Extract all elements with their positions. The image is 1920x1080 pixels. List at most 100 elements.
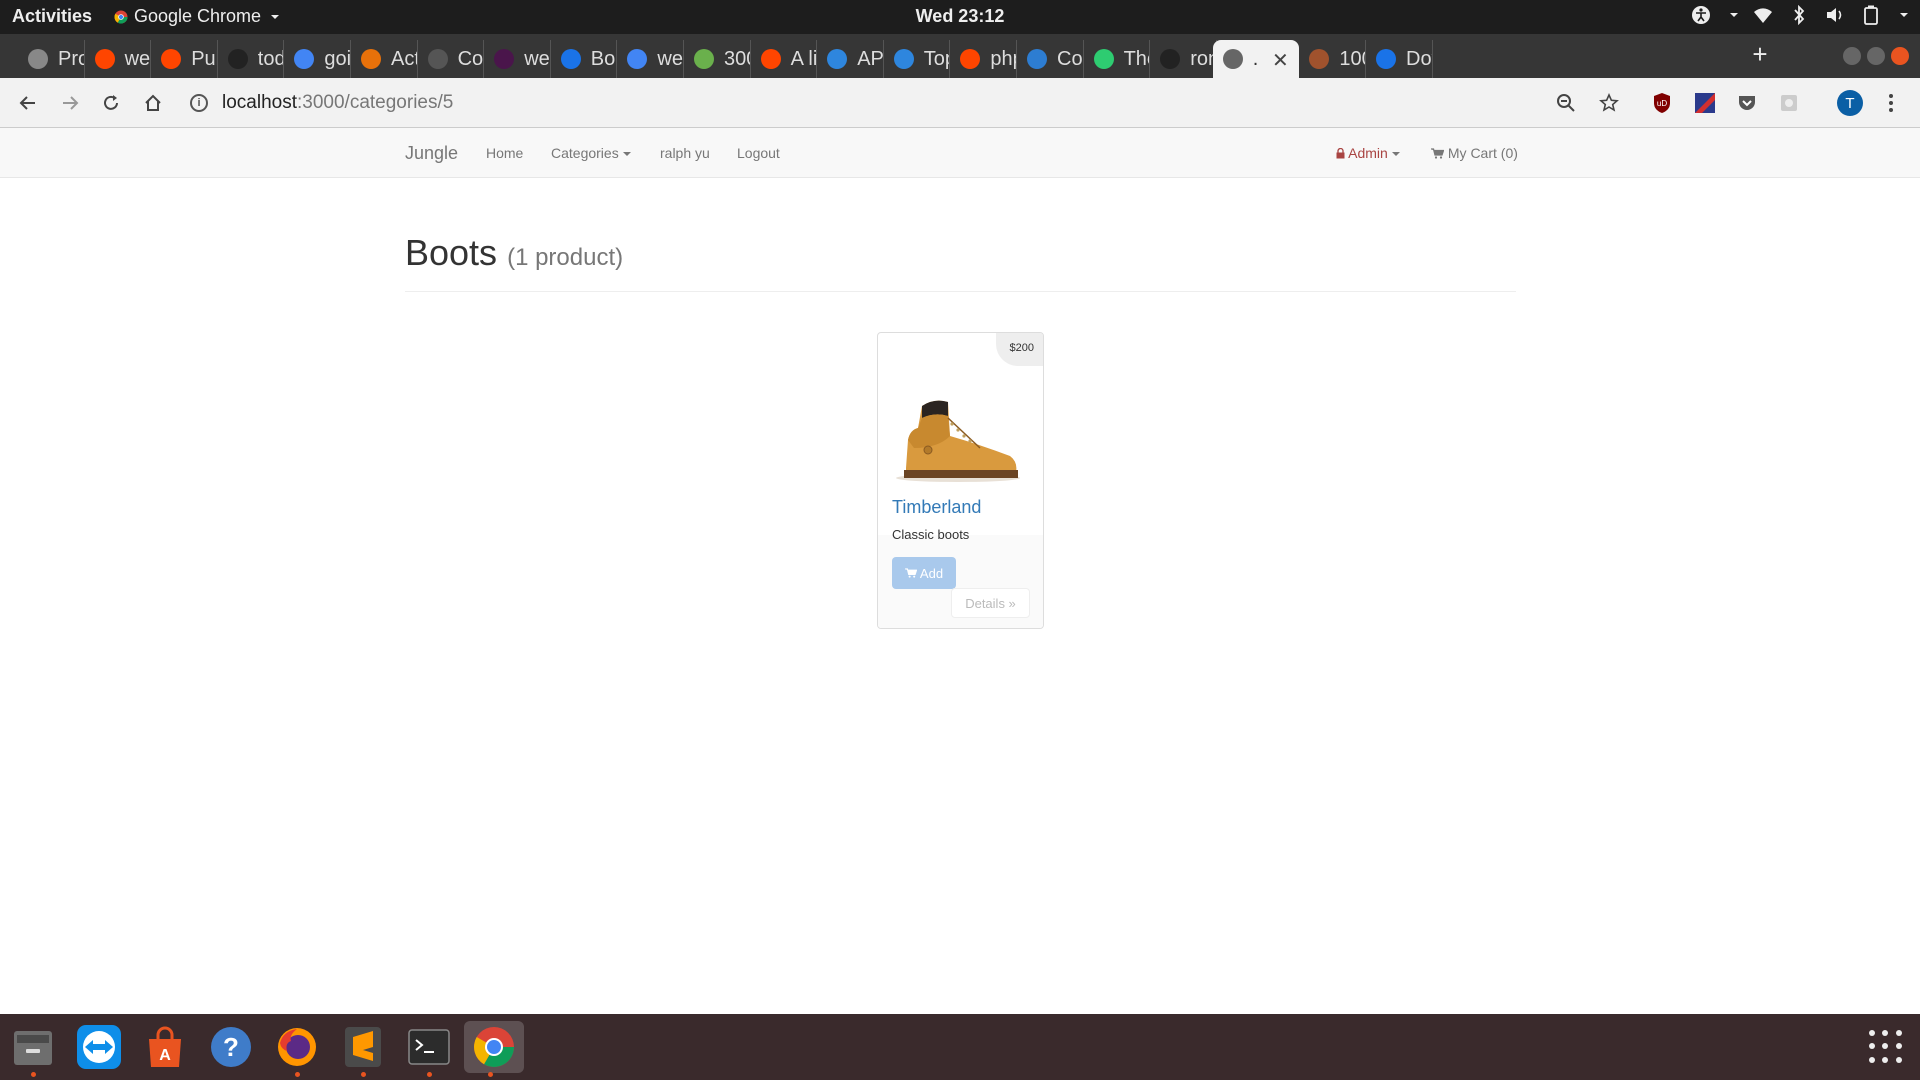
zoom-out-icon <box>1557 94 1575 112</box>
close-tab-icon[interactable]: ✕ <box>1272 48 1289 73</box>
system-tray[interactable] <box>1690 4 1908 26</box>
browser-tab[interactable]: goi <box>284 40 351 78</box>
browser-tab[interactable]: Boo <box>551 40 618 78</box>
browser-tab[interactable]: Top <box>884 40 951 78</box>
add-to-cart-button[interactable]: Add <box>892 557 956 589</box>
browser-tab[interactable]: Pul <box>151 40 218 78</box>
nav-admin-dropdown[interactable]: Admin <box>1336 128 1400 178</box>
reload-button[interactable] <box>97 89 125 117</box>
forward-button[interactable] <box>56 89 84 117</box>
star-icon <box>1599 93 1619 112</box>
zoom-button[interactable] <box>1552 89 1580 117</box>
extension-button[interactable] <box>1775 89 1803 117</box>
dock-files[interactable] <box>7 1021 59 1077</box>
browser-tab[interactable]: Act <box>351 40 418 78</box>
google-icon <box>294 49 315 69</box>
grid-dot <box>1895 1043 1902 1050</box>
minimize-window-button[interactable] <box>1843 47 1861 65</box>
tab-title: tod <box>257 47 285 70</box>
dock-help[interactable]: ? <box>205 1021 257 1073</box>
chevron-down-icon[interactable] <box>1900 13 1908 17</box>
tab-title: wel <box>124 47 151 70</box>
clock[interactable]: Wed 23:12 <box>0 6 1920 27</box>
brand-link[interactable]: Jungle <box>405 128 458 178</box>
product-name-link[interactable]: Timberland <box>892 497 981 518</box>
browser-tab[interactable]: 300 <box>684 40 751 78</box>
nav-home-link[interactable]: Home <box>486 128 523 178</box>
stripe-icon <box>694 49 714 69</box>
ublock-extension-button[interactable]: uD <box>1648 89 1676 117</box>
bluetooth-icon[interactable] <box>1788 4 1810 26</box>
running-indicator <box>361 1072 366 1077</box>
wifi-icon[interactable] <box>1752 4 1774 26</box>
nav-cart-link[interactable]: My Cart (0) <box>1431 128 1518 178</box>
home-button[interactable] <box>139 89 167 117</box>
details-button[interactable]: Details » <box>951 588 1030 618</box>
tab-title: Cos <box>1057 47 1083 70</box>
tab-title: php <box>990 47 1016 70</box>
browser-tab[interactable]: wel <box>617 40 684 78</box>
dock-chrome[interactable] <box>464 1021 524 1077</box>
dock-software-center[interactable]: A <box>139 1021 191 1073</box>
nav-logout-link[interactable]: Logout <box>737 128 780 178</box>
pocket-extension-button[interactable] <box>1733 89 1761 117</box>
browser-tab[interactable]: . ✕ <box>1212 40 1299 78</box>
browser-tab[interactable]: 100 <box>1299 40 1366 78</box>
maximize-window-button[interactable] <box>1867 47 1885 65</box>
nav-admin-label: Admin <box>1348 145 1388 161</box>
browser-tab[interactable]: ron <box>1150 40 1217 78</box>
software-center-icon: A <box>149 1026 181 1067</box>
page-title: Boots (1 product) <box>405 232 623 274</box>
nav-categories-dropdown[interactable]: Categories <box>551 128 631 178</box>
shopping-cart-icon <box>905 568 917 578</box>
download-icon <box>1376 49 1396 69</box>
browser-tab[interactable]: Dov <box>1366 40 1433 78</box>
bookmark-button[interactable] <box>1595 89 1623 117</box>
tab-title: Cor <box>457 47 484 70</box>
activities-button[interactable]: Activities <box>12 6 92 27</box>
flag-extension-button[interactable] <box>1691 89 1719 117</box>
accessibility-icon[interactable] <box>1690 4 1712 26</box>
new-tab-button[interactable]: + <box>1748 41 1772 67</box>
chevron-down-icon[interactable] <box>1730 13 1738 17</box>
dock-sublime-text[interactable] <box>337 1021 389 1077</box>
reddit-icon <box>161 49 182 69</box>
app-menu[interactable]: Google Chrome <box>114 6 280 27</box>
browser-tab[interactable]: Pro <box>18 40 85 78</box>
tab-title: Pul <box>191 47 218 70</box>
volume-icon[interactable] <box>1824 4 1846 26</box>
add-label: Add <box>919 565 944 581</box>
back-button[interactable] <box>14 89 42 117</box>
profile-avatar[interactable]: T <box>1837 90 1863 116</box>
extension-icon <box>1781 95 1797 111</box>
circle-icon <box>1309 49 1330 69</box>
grid-dot <box>1869 1043 1875 1050</box>
browser-tab[interactable]: wel <box>85 40 152 78</box>
product-image[interactable] <box>888 378 1028 488</box>
tab-title: Dov <box>1406 47 1432 70</box>
browser-tab[interactable]: php <box>950 40 1017 78</box>
url-host: localhost <box>222 92 297 113</box>
site-info-icon[interactable]: i <box>190 94 208 112</box>
category-title: Boots <box>405 232 498 273</box>
tab-title: Boo <box>590 47 617 70</box>
browser-menu-button[interactable] <box>1877 89 1905 117</box>
dots-icon <box>361 49 381 69</box>
nav-user-link[interactable]: ralph yu <box>660 128 710 178</box>
battery-icon[interactable] <box>1860 4 1882 26</box>
browser-tab[interactable]: tod <box>218 40 285 78</box>
browser-tab[interactable]: The <box>1084 40 1151 78</box>
browser-tab[interactable]: Cos <box>1017 40 1084 78</box>
browser-tab[interactable]: Cor <box>418 40 485 78</box>
more-vert-icon <box>1889 94 1893 112</box>
close-window-button[interactable] <box>1891 47 1909 65</box>
teamviewer-icon <box>77 1025 121 1069</box>
address-bar[interactable]: i localhost:3000/categories/5 <box>190 86 1550 120</box>
browser-tab[interactable]: wel <box>484 40 551 78</box>
browser-tab[interactable]: A li <box>751 40 818 78</box>
dock-teamviewer[interactable] <box>73 1021 125 1073</box>
show-applications-button[interactable] <box>1869 1030 1903 1064</box>
dock-firefox[interactable] <box>271 1021 323 1077</box>
browser-tab[interactable]: API <box>817 40 884 78</box>
dock-terminal[interactable] <box>403 1021 455 1077</box>
